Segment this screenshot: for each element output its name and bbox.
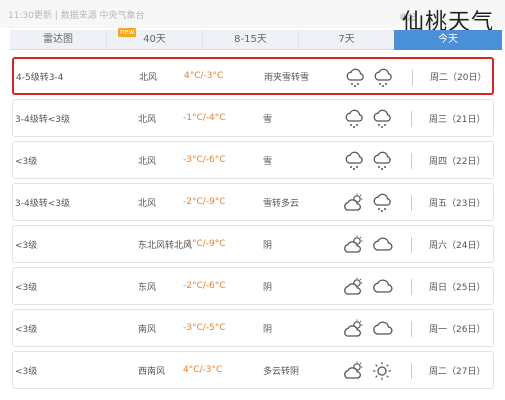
temperature-range: 4°C/-3°C: [183, 365, 223, 375]
wind-direction: 西南风: [138, 366, 166, 377]
divider: [411, 153, 412, 169]
day-label: 周六（24日）: [429, 240, 486, 251]
update-source-line: 11:30更新 | 数据来源 中央气象台: [8, 11, 145, 21]
weather-description: 雪: [263, 156, 273, 167]
snow-icon: [343, 109, 365, 129]
cloud-icon: [371, 277, 393, 297]
forecast-row[interactable]: <3级 西南风 4°C/-3°C 多云转阴 周二（27日）: [12, 351, 494, 389]
sun-icon: [371, 361, 393, 381]
divider: [411, 237, 412, 253]
divider: [411, 111, 412, 127]
wind-level: <3级: [15, 156, 38, 167]
wind-level: 4-5级转3-4: [16, 72, 64, 83]
day-label: 周三（21日）: [429, 114, 486, 125]
forecast-row[interactable]: <3级 东风 -2°C/-6°C 阴 周日（25日）: [12, 267, 494, 305]
snow-icon: [344, 68, 366, 88]
wind-direction: 北风: [138, 156, 157, 167]
divider: [411, 195, 412, 211]
tab-radar[interactable]: 雷达图: [10, 30, 106, 50]
wind-direction: 东风: [138, 282, 157, 293]
divider: [411, 321, 412, 337]
wind-level: 3-4级转<3级: [15, 198, 70, 209]
forecast-row[interactable]: 3-4级转<3级 北风 -1°C/-4°C 雪 周三（21日）: [12, 99, 494, 137]
wind-direction: 北风: [138, 198, 157, 209]
weather-description: 阴: [263, 240, 273, 251]
temperature-range: 4°C/-3°C: [184, 71, 224, 81]
cloudsun-icon: [343, 193, 365, 213]
wind-level: <3级: [15, 240, 38, 251]
temperature-range: -2°C/-9°C: [183, 197, 226, 207]
wind-direction: 南风: [138, 324, 157, 335]
forecast-row-selected[interactable]: 4-5级转3-4 北风 4°C/-3°C 雨夹雪转雪 周二（20日）: [12, 57, 494, 95]
forecast-row[interactable]: 3-4级转<3级 北风 -2°C/-9°C 雪转多云 周五（23日）: [12, 183, 494, 221]
temperature-range: -3°C/-6°C: [183, 155, 226, 165]
divider: [412, 70, 413, 86]
weather-description: 雪: [263, 114, 273, 125]
temperature-range: -3°C/-5°C: [183, 323, 226, 333]
cloudsun-icon: [343, 319, 365, 339]
divider: [411, 363, 412, 379]
snow-icon: [371, 193, 393, 213]
forecast-row[interactable]: <3级 北风 -3°C/-6°C 雪 周四（22日）: [12, 141, 494, 179]
weather-description: 阴: [263, 282, 273, 293]
weather-description: 多云转阴: [263, 366, 300, 377]
day-label: 周二（20日）: [430, 72, 487, 83]
cloudsun-icon: [343, 235, 365, 255]
wind-level: <3级: [15, 282, 38, 293]
temperature-range: -2°C/-6°C: [183, 281, 226, 291]
cloudsun-icon: [343, 277, 365, 297]
forecast-row[interactable]: <3级 东北风转北风 -1°C/-9°C 阴周六（24日）: [12, 225, 494, 263]
tab-7-days[interactable]: 7天: [298, 30, 394, 50]
day-label: 周一（26日）: [429, 324, 486, 335]
snow-icon: [371, 109, 393, 129]
snow-icon: [372, 68, 394, 88]
tab-8-15-days[interactable]: 8-15天: [202, 30, 298, 50]
temperature-range: -1°C/-9°C: [183, 239, 226, 249]
wind-direction: 北风: [139, 72, 158, 83]
wind-direction: 北风: [138, 114, 157, 125]
divider: [411, 279, 412, 295]
snow-icon: [371, 151, 393, 171]
tab-today[interactable]: 今天: [394, 30, 502, 50]
temperature-range: -1°C/-4°C: [183, 113, 226, 123]
cloud-icon: [371, 235, 393, 255]
weather-description: 雨夹雪转雪: [264, 72, 310, 83]
day-label: 周二（27日）: [429, 366, 486, 377]
wind-level: <3级: [15, 366, 38, 377]
cloud-icon: [371, 319, 393, 339]
forecast-tabbar: 雷达图 40天 8-15天 7天 今天: [10, 30, 502, 50]
wind-level: <3级: [15, 324, 38, 335]
forecast-row[interactable]: <3级 南风 -3°C/-5°C 阴 周一（26日）: [12, 309, 494, 347]
weather-description: 阴: [263, 324, 273, 335]
weather-description: 雪转多云: [263, 198, 300, 209]
day-label: 周五（23日）: [429, 198, 486, 209]
day-label: 周日（25日）: [429, 282, 486, 293]
new-badge: new: [118, 28, 137, 37]
snow-icon: [343, 151, 365, 171]
day-label: 周四（22日）: [429, 156, 486, 167]
wind-level: 3-4级转<3级: [15, 114, 70, 125]
cloudsun-icon: [343, 361, 365, 381]
